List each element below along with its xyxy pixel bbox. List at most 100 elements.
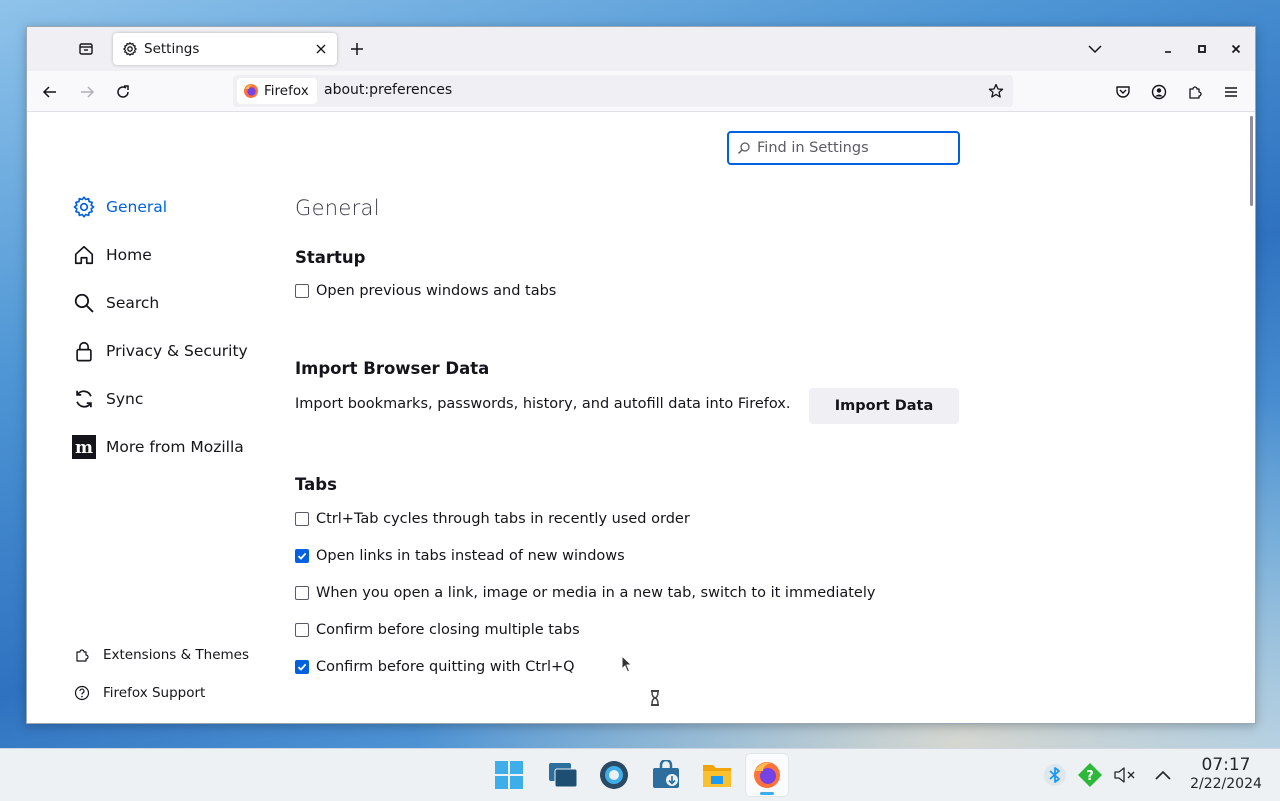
import-description: Import bookmarks, passwords, history, an… [295,396,791,412]
bookmark-star-button[interactable] [985,80,1007,102]
checkbox[interactable] [295,284,309,298]
open-previous-option[interactable]: Open previous windows and tabs [295,281,556,301]
category-home[interactable]: Home [71,241,152,269]
gear-icon [122,41,138,57]
firefox-support-link[interactable]: Firefox Support [73,682,205,704]
app-menu-button[interactable] [1218,79,1244,105]
firefox-taskbar-button[interactable] [746,754,788,796]
minimize-icon [1165,51,1171,53]
url-bar[interactable]: Firefox about:preferences [233,75,1013,107]
footer-link-label: Extensions & Themes [103,647,250,663]
taskbar: ? 07:17 2/22/2024 [0,748,1280,801]
checkmark-icon [297,663,307,671]
chevron-up-icon [1155,770,1171,780]
firefox-logo-icon [243,83,259,99]
tab-title: Settings [144,41,200,57]
category-label: General [106,198,168,216]
sync-icon [71,386,97,412]
firefox-view-button[interactable] [73,37,99,61]
clock[interactable]: 07:17 2/22/2024 [1182,755,1270,793]
star-icon [988,83,1004,98]
identity-box[interactable]: Firefox [237,78,317,104]
chevron-down-icon [1088,45,1102,54]
identity-label: Firefox [264,83,309,99]
tab-bar: Settings [27,27,1255,71]
volume-muted-icon [1114,767,1135,783]
bluetooth-tray-button[interactable] [1041,761,1069,789]
open-links-in-tabs-option[interactable]: Open links in tabs instead of new window… [295,546,625,566]
task-switcher-button[interactable] [542,754,584,796]
page-title: General [295,196,380,220]
url-text[interactable]: about:preferences [324,82,452,98]
find-in-settings-input[interactable] [755,139,949,157]
bluetooth-icon [1044,764,1066,786]
find-in-settings[interactable] [727,131,960,165]
maximize-icon [1198,45,1206,53]
extensions-button[interactable] [1182,79,1208,105]
firefox-view-icon [79,43,93,55]
start-menu-button[interactable] [488,754,530,796]
system-settings-icon [600,761,628,789]
clock-date: 2/22/2024 [1190,776,1262,792]
show-hidden-icons-button[interactable] [1149,761,1177,789]
account-button[interactable] [1146,79,1172,105]
checkbox[interactable] [295,660,309,674]
arrow-right-icon [81,86,95,98]
new-tab-button[interactable] [345,37,369,61]
checkbox[interactable] [295,549,309,563]
pocket-button[interactable] [1110,79,1136,105]
scrollbar[interactable] [1250,116,1253,206]
reload-icon [117,85,129,98]
arrow-left-icon [42,86,56,98]
tab-settings[interactable]: Settings [113,33,337,65]
close-window-button[interactable] [1224,37,1248,61]
checkbox[interactable] [295,586,309,600]
settings-page: General Home Search Privacy & Security S… [27,112,1255,723]
file-manager-button[interactable] [696,754,738,796]
checkmark-icon [297,552,307,560]
category-general[interactable]: General [71,193,167,221]
active-indicator [760,792,774,795]
confirm-close-tabs-option[interactable]: Confirm before closing multiple tabs [295,620,580,640]
help-icon [73,684,91,702]
extensions-themes-link[interactable]: Extensions & Themes [73,644,249,666]
navigation-toolbar: Firefox about:preferences [27,71,1255,112]
maximize-button[interactable] [1190,37,1214,61]
system-settings-button[interactable] [593,754,635,796]
category-label: Home [106,246,152,264]
discover-store-icon [653,760,679,788]
list-all-tabs-button[interactable] [1083,37,1107,61]
back-button[interactable] [37,79,63,105]
confirm-quit-option[interactable]: Confirm before quitting with Ctrl+Q [295,657,575,677]
close-tab-button[interactable] [311,39,331,59]
category-sync[interactable]: Sync [71,385,143,413]
volume-tray-button[interactable] [1111,761,1139,789]
option-label: Confirm before closing multiple tabs [316,622,580,638]
plus-icon [351,43,363,55]
minimize-button[interactable] [1156,37,1180,61]
category-label: Privacy & Security [106,342,248,360]
svg-text:m: m [75,438,93,458]
firefox-icon [754,762,780,788]
close-icon [1231,44,1241,54]
category-search[interactable]: Search [71,289,159,317]
category-more-from-mozilla[interactable]: m More from Mozilla [71,433,244,461]
option-label: Open previous windows and tabs [316,283,557,299]
reload-button[interactable] [110,79,136,105]
option-label: Open links in tabs instead of new window… [316,548,625,564]
forward-button[interactable] [74,79,100,105]
ctrl-tab-option[interactable]: Ctrl+Tab cycles through tabs in recently… [295,509,690,529]
switch-to-new-tab-option[interactable]: When you open a link, image or media in … [295,583,875,603]
discover-store-button[interactable] [645,754,687,796]
checkbox[interactable] [295,623,309,637]
import-data-button[interactable]: Import Data [809,388,959,424]
category-privacy-security[interactable]: Privacy & Security [71,337,248,365]
search-icon [71,290,97,316]
task-switcher-icon [549,763,578,788]
mozilla-icon: m [71,434,97,460]
gear-icon [71,194,97,220]
checkbox[interactable] [295,512,309,526]
pocket-icon [1116,86,1130,98]
svg-text:?: ? [1086,769,1094,784]
updates-tray-button[interactable]: ? [1076,761,1104,789]
